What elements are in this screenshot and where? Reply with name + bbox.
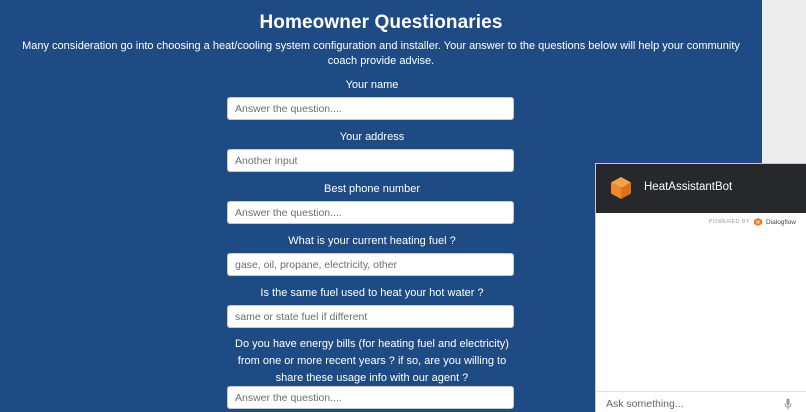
cube-icon [611,177,631,199]
hot-water-fuel-input[interactable] [227,305,514,328]
question-label-address: Your address [339,131,405,143]
bot-name: HeatAssistantBot [644,181,733,193]
energy-bills-input[interactable] [227,386,514,409]
question-label-energy-bills: Do you have energy bills (for heating fu… [235,338,509,384]
provider-name: Dialogflow [766,218,796,226]
question-label-name: Your name [345,79,399,91]
chat-widget: HeatAssistantBot POWERED BY Dialogflow [595,163,806,412]
phone-input[interactable] [227,201,514,224]
chat-input-bar [596,391,806,412]
chat-message-input[interactable] [606,396,776,412]
page-title: Homeowner Questionaries [259,12,503,33]
name-input[interactable] [227,97,514,120]
question-label-phone: Best phone number [323,183,420,195]
question-label-heating-fuel: What is your current heating fuel ? [288,235,456,247]
microphone-icon[interactable] [784,398,792,410]
intro-text: Many consideration go into choosing a he… [22,40,740,67]
question-label-hot-water-fuel: Is the same fuel used to heat your hot w… [260,287,484,299]
powered-by: POWERED BY Dialogflow [709,217,796,227]
chat-header: HeatAssistantBot [596,164,806,213]
dialogflow-icon [754,218,762,226]
powered-by-label: POWERED BY [708,219,750,225]
address-input[interactable] [227,149,514,172]
heating-fuel-input[interactable] [227,253,514,276]
